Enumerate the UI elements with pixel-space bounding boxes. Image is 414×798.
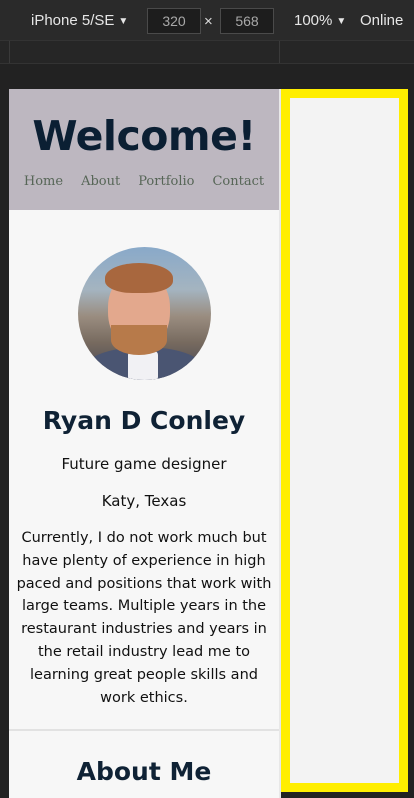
viewport-width-input[interactable]: 320 [147,8,201,34]
zoom-label: 100% [294,12,333,29]
chevron-down-icon: ▼ [336,16,347,27]
highlighted-empty-panel [281,89,408,792]
avatar-collar [127,351,158,380]
section-divider [9,729,279,732]
profile-photo [77,247,211,380]
profile-location: Katy, Texas [101,492,187,510]
avatar-hair [104,263,173,293]
ruler-tick [9,41,10,63]
viewport-height-input[interactable]: 568 [220,8,274,34]
nav-home-link[interactable]: Home [24,174,63,189]
chevron-down-icon: ▼ [118,16,129,27]
site-nav: Home About Portfolio Contact [9,174,279,189]
device-selector[interactable]: iPhone 5/SE ▼ [31,12,128,29]
header-banner: Welcome! Home About Portfolio Contact [9,89,279,210]
avatar-beard [110,325,167,355]
profile-bio: Currently, I do not work much but have p… [16,530,272,706]
times-icon: × [204,13,213,30]
zoom-selector[interactable]: 100% ▼ [294,12,346,29]
devtools-toolbar: iPhone 5/SE ▼ 320 × 568 100% ▼ Online [0,0,414,40]
network-label: Online [360,12,404,29]
nav-portfolio-link[interactable]: Portfolio [138,174,194,189]
nav-contact-link[interactable]: Contact [212,174,264,189]
nav-about-link[interactable]: About [81,174,120,189]
device-label: iPhone 5/SE [31,12,115,29]
emulated-viewport: Welcome! Home About Portfolio Contact Ry… [9,89,279,798]
ruler-tick [279,41,280,63]
network-throttle-selector[interactable]: Online [360,12,403,29]
media-query-bar [0,40,414,64]
profile-section: Ryan D Conley Future game designer Katy,… [9,210,279,709]
profile-name: Ryan D Conley [42,406,246,435]
profile-tagline: Future game designer [61,455,227,473]
welcome-heading: Welcome! [32,112,256,160]
about-heading: About Me [76,757,212,787]
